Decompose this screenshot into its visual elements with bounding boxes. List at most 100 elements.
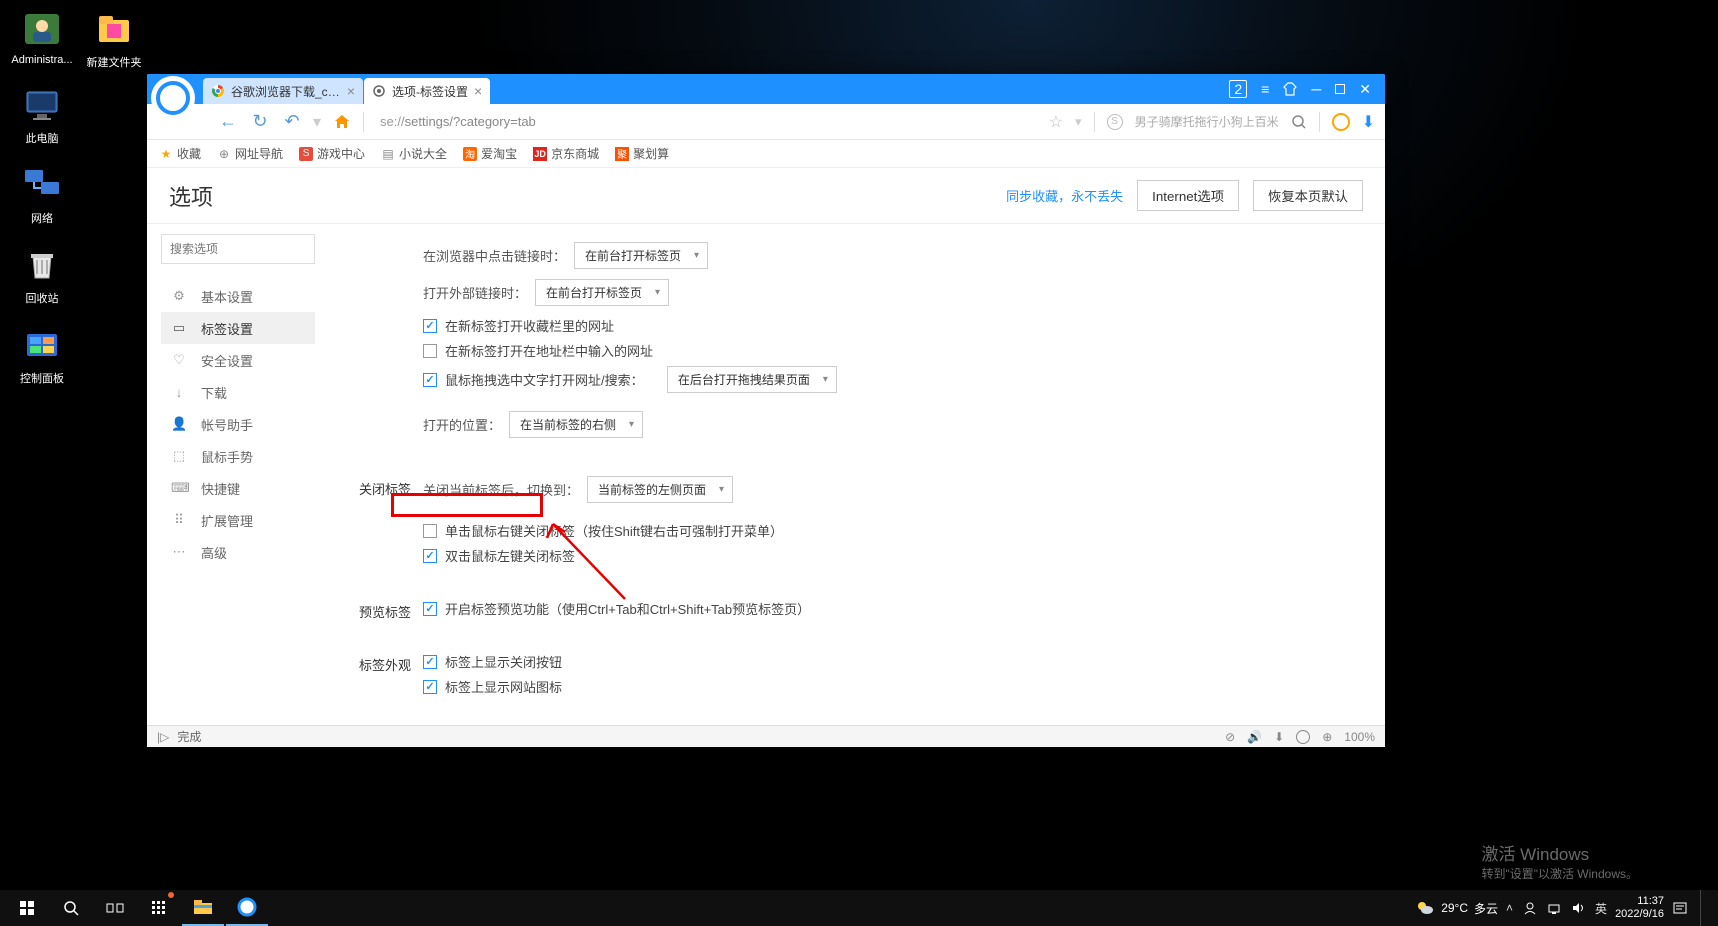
undo-button[interactable]: ↶ (281, 111, 303, 133)
browser-tab-options[interactable]: 选项-标签设置 × (364, 78, 490, 104)
click-link-select[interactable]: 在前台打开标签页 (574, 242, 708, 269)
sidebar-item-mouse[interactable]: ⬚鼠标手势 (161, 440, 315, 472)
drag-result-select[interactable]: 在后台打开拖拽结果页面 (667, 366, 837, 393)
tray-ime[interactable]: 英 (1595, 900, 1607, 917)
core-icon[interactable] (1296, 730, 1310, 744)
sync-favorites-link[interactable]: 同步收藏，永不丢失 (1006, 186, 1123, 205)
shield-icon: ♡ (171, 352, 187, 368)
download-icon[interactable]: ⬇ (1274, 730, 1284, 744)
download-icon[interactable]: ⬇ (1362, 112, 1375, 132)
tray-network-icon[interactable] (1547, 901, 1561, 915)
tray-volume-icon[interactable] (1571, 901, 1585, 915)
menu-icon[interactable]: ≡ (1261, 81, 1269, 97)
block-icon[interactable]: ⊘ (1225, 730, 1235, 744)
keyboard-icon: ⌨ (171, 480, 187, 496)
browser-statusbar: |▷ 完成 ⊘ 🔊 ⬇ ⊕ 100% (147, 725, 1385, 747)
section-close-tab: 关闭标签 (359, 476, 423, 571)
desktop-icon-new-folder[interactable]: 新建文件夹 (80, 8, 148, 70)
zoom-in-icon[interactable]: ⊕ (1322, 730, 1332, 744)
apps-button[interactable] (138, 890, 180, 926)
internet-options-button[interactable]: Internet选项 (1137, 180, 1239, 211)
tab-close-icon[interactable]: × (347, 83, 355, 99)
sidebar-item-basic[interactable]: ⚙基本设置 (161, 280, 315, 312)
checkbox-icon (423, 524, 437, 538)
restore-defaults-button[interactable]: 恢复本页默认 (1253, 180, 1363, 211)
chk-show-favicon[interactable]: 标签上显示网站图标 (423, 677, 1355, 696)
settings-panel[interactable]: 在浏览器中点击链接时：在前台打开标签页 打开外部链接时：在前台打开标签页 在新标… (329, 224, 1385, 725)
desktop-icon-administrator[interactable]: Administra... (8, 8, 76, 66)
annotation-arrow-icon (535, 514, 635, 604)
desktop-icon-network[interactable]: 网络 (8, 164, 76, 226)
notifications-icon[interactable] (1672, 900, 1688, 916)
tray-people-icon[interactable] (1523, 901, 1537, 915)
bookmark-nav[interactable]: ⊕网址导航 (217, 145, 283, 162)
user-icon: 👤 (171, 416, 187, 432)
open-position-select[interactable]: 在当前标签的右侧 (509, 411, 643, 438)
bookmark-ju[interactable]: 聚聚划算 (615, 145, 669, 162)
bookmark-novel[interactable]: ▤小说大全 (381, 145, 447, 162)
task-view-button[interactable] (94, 890, 136, 926)
annotation-red-box (391, 493, 543, 517)
desktop-icon-recycle-bin[interactable]: 回收站 (8, 244, 76, 306)
bookmark-favorites[interactable]: ★收藏 (159, 145, 201, 162)
sidebar-item-account[interactable]: 👤帐号助手 (161, 408, 315, 440)
external-link-select[interactable]: 在前台打开标签页 (535, 279, 669, 306)
favorite-star-icon[interactable]: ☆ (1049, 112, 1063, 132)
desktop-icon-this-pc[interactable]: 此电脑 (8, 84, 76, 146)
home-button[interactable] (331, 111, 353, 133)
sogou-icon: S (1107, 114, 1123, 130)
sidebar-toggle-icon[interactable]: |▷ (157, 730, 169, 744)
chk-newtab-address[interactable]: 在新标签打开在地址栏中输入的网址 (423, 341, 1355, 360)
search-icon[interactable] (1291, 114, 1307, 130)
sidebar-item-extensions[interactable]: ⠿扩展管理 (161, 504, 315, 536)
minimize-button[interactable]: ─ (1311, 81, 1321, 97)
search-button[interactable] (50, 890, 92, 926)
sound-icon[interactable]: 🔊 (1247, 730, 1262, 744)
checkbox-checked-icon (423, 602, 437, 616)
desktop-icon-control-panel[interactable]: 控制面板 (8, 324, 76, 386)
address-bar[interactable]: se://settings/?category=tab (374, 114, 1039, 129)
taskbar-explorer[interactable] (182, 890, 224, 926)
checkbox-icon (423, 344, 437, 358)
smile-icon[interactable] (1332, 113, 1350, 131)
sidebar-item-advanced[interactable]: ⋯高级 (161, 536, 315, 568)
checkbox-checked-icon (423, 373, 437, 387)
start-button[interactable] (6, 890, 48, 926)
more-icon: ⋯ (171, 544, 187, 560)
section-appearance: 标签外观 (359, 652, 423, 702)
browser-tab-chrome-download[interactable]: 谷歌浏览器下载_chrome × (203, 78, 363, 104)
close-button[interactable]: ✕ (1359, 81, 1371, 98)
sidebar-item-tabs[interactable]: ▭标签设置 (161, 312, 315, 344)
chrome-icon (211, 84, 225, 98)
window-count-badge[interactable]: 2 (1229, 80, 1247, 98)
taskbar-weather[interactable]: 29°C 多云 (1415, 898, 1498, 918)
grid-icon: ⠿ (171, 512, 187, 528)
tab-close-icon[interactable]: × (474, 83, 482, 99)
bookmark-taobao[interactable]: 淘爱淘宝 (463, 145, 517, 162)
back-button[interactable]: ← (217, 111, 239, 133)
show-desktop[interactable] (1700, 890, 1706, 926)
page-title: 选项 (169, 180, 213, 212)
bookmark-bar: ★收藏 ⊕网址导航 S游戏中心 ▤小说大全 淘爱淘宝 JD京东商城 聚聚划算 (147, 140, 1385, 168)
taskbar-sogou-browser[interactable] (226, 890, 268, 926)
tab-icon: ▭ (171, 320, 187, 336)
checkbox-checked-icon (423, 655, 437, 669)
taskbar-clock[interactable]: 11:37 2022/9/16 (1615, 895, 1664, 921)
browser-navbar: ← ↻ ↶ ▾ se://settings/?category=tab ☆ ▾ … (147, 104, 1385, 140)
search-hint[interactable]: 男子骑摩托拖行小狗上百米 (1135, 113, 1279, 130)
search-options-input[interactable] (161, 234, 315, 264)
gear-icon (372, 84, 386, 98)
sidebar-item-shortcuts[interactable]: ⌨快捷键 (161, 472, 315, 504)
bookmark-jd[interactable]: JD京东商城 (533, 145, 599, 162)
maximize-button[interactable] (1335, 81, 1345, 97)
reload-button[interactable]: ↻ (249, 111, 271, 133)
sidebar-item-security[interactable]: ♡安全设置 (161, 344, 315, 376)
window-controls: 2 ≡ ─ ✕ (1215, 74, 1385, 104)
chk-show-close[interactable]: 标签上显示关闭按钮 (423, 652, 1355, 671)
sidebar-item-download[interactable]: ↓下载 (161, 376, 315, 408)
chk-newtab-favorites[interactable]: 在新标签打开收藏栏里的网址 (423, 316, 1355, 335)
bookmark-game[interactable]: S游戏中心 (299, 145, 365, 162)
tray-chevron-up-icon[interactable]: ˄ (1506, 901, 1513, 915)
after-close-select[interactable]: 当前标签的左侧页面 (587, 476, 733, 503)
skin-icon[interactable] (1283, 82, 1297, 96)
